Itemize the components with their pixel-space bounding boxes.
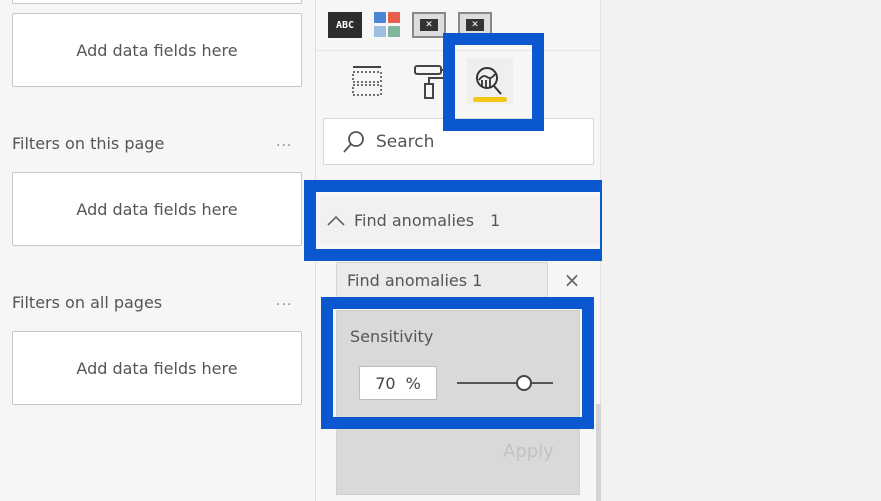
search-icon (343, 130, 364, 153)
drop-box-partial[interactable] (12, 0, 302, 4)
close-button[interactable]: × (552, 262, 592, 298)
sensitivity-label: Sensitivity (350, 327, 434, 346)
fields-icon (352, 66, 382, 96)
drop-placeholder: Add data fields here (76, 40, 238, 60)
section-count: 1 (490, 210, 501, 230)
section-title: Find anomalies (354, 210, 475, 230)
card-title: Find anomalies 1 (347, 270, 483, 290)
close-icon: × (563, 268, 581, 292)
paint-roller-icon (414, 65, 445, 99)
tab-analytics[interactable] (467, 58, 513, 104)
text-filter-visual-icon[interactable]: ABC (328, 12, 362, 38)
filters-pane: Add data fields here Filters on this pag… (0, 0, 316, 501)
divider (316, 50, 600, 51)
pane-tabs (316, 52, 600, 112)
visualizations-pane: ABC ✕ ✕ Search Find anomalies 1 Find ano… (316, 0, 601, 501)
drop-placeholder: Add data fields here (76, 199, 238, 219)
search-box[interactable] (323, 118, 594, 165)
grid-cell (388, 26, 400, 37)
slider-thumb[interactable] (516, 375, 533, 391)
sensitivity-input[interactable]: 70 % (359, 366, 437, 400)
image-visual-icon[interactable]: ✕ (412, 12, 446, 38)
all-pages-filter-drop-zone[interactable]: Add data fields here (12, 331, 302, 405)
slider-track (457, 382, 553, 384)
chevron-up-icon (327, 215, 345, 226)
drop-placeholder: Add data fields here (76, 358, 238, 378)
analytics-magnifier-icon (476, 67, 502, 95)
find-anomalies-section-header[interactable]: Find anomalies 1 (320, 196, 600, 244)
sensitivity-slider[interactable] (457, 373, 553, 393)
apply-button[interactable]: Apply (503, 441, 554, 462)
grid-visual-icon[interactable] (374, 12, 400, 38)
sensitivity-value: 70 (375, 373, 396, 393)
filters-on-this-page-title: Filters on this page (12, 134, 165, 153)
tab-format[interactable] (406, 58, 452, 104)
visual-icons-row: ABC ✕ ✕ (328, 12, 492, 38)
active-tab-indicator (473, 97, 507, 102)
card-body: Sensitivity 70 % Apply (336, 310, 580, 495)
grid-cell (374, 26, 386, 37)
find-anomalies-card: Find anomalies 1 × Sensitivity 70 % Appl… (336, 262, 600, 501)
image-visual-alt-icon[interactable]: ✕ (458, 12, 492, 38)
search-input[interactable] (376, 131, 576, 152)
filters-on-all-pages-title: Filters on all pages (12, 293, 163, 312)
tab-fields[interactable] (344, 58, 390, 104)
visual-filter-drop-zone[interactable]: Add data fields here (12, 13, 302, 87)
more-options-button[interactable]: ... (276, 134, 292, 150)
more-options-button[interactable]: ... (276, 293, 292, 309)
grid-cell (388, 12, 400, 23)
report-canvas[interactable] (602, 0, 881, 501)
scrollbar-thumb[interactable] (596, 404, 601, 501)
percent-unit: % (405, 373, 421, 393)
card-title-field[interactable]: Find anomalies 1 (336, 262, 548, 298)
page-filter-drop-zone[interactable]: Add data fields here (12, 172, 302, 246)
grid-cell (374, 12, 386, 23)
